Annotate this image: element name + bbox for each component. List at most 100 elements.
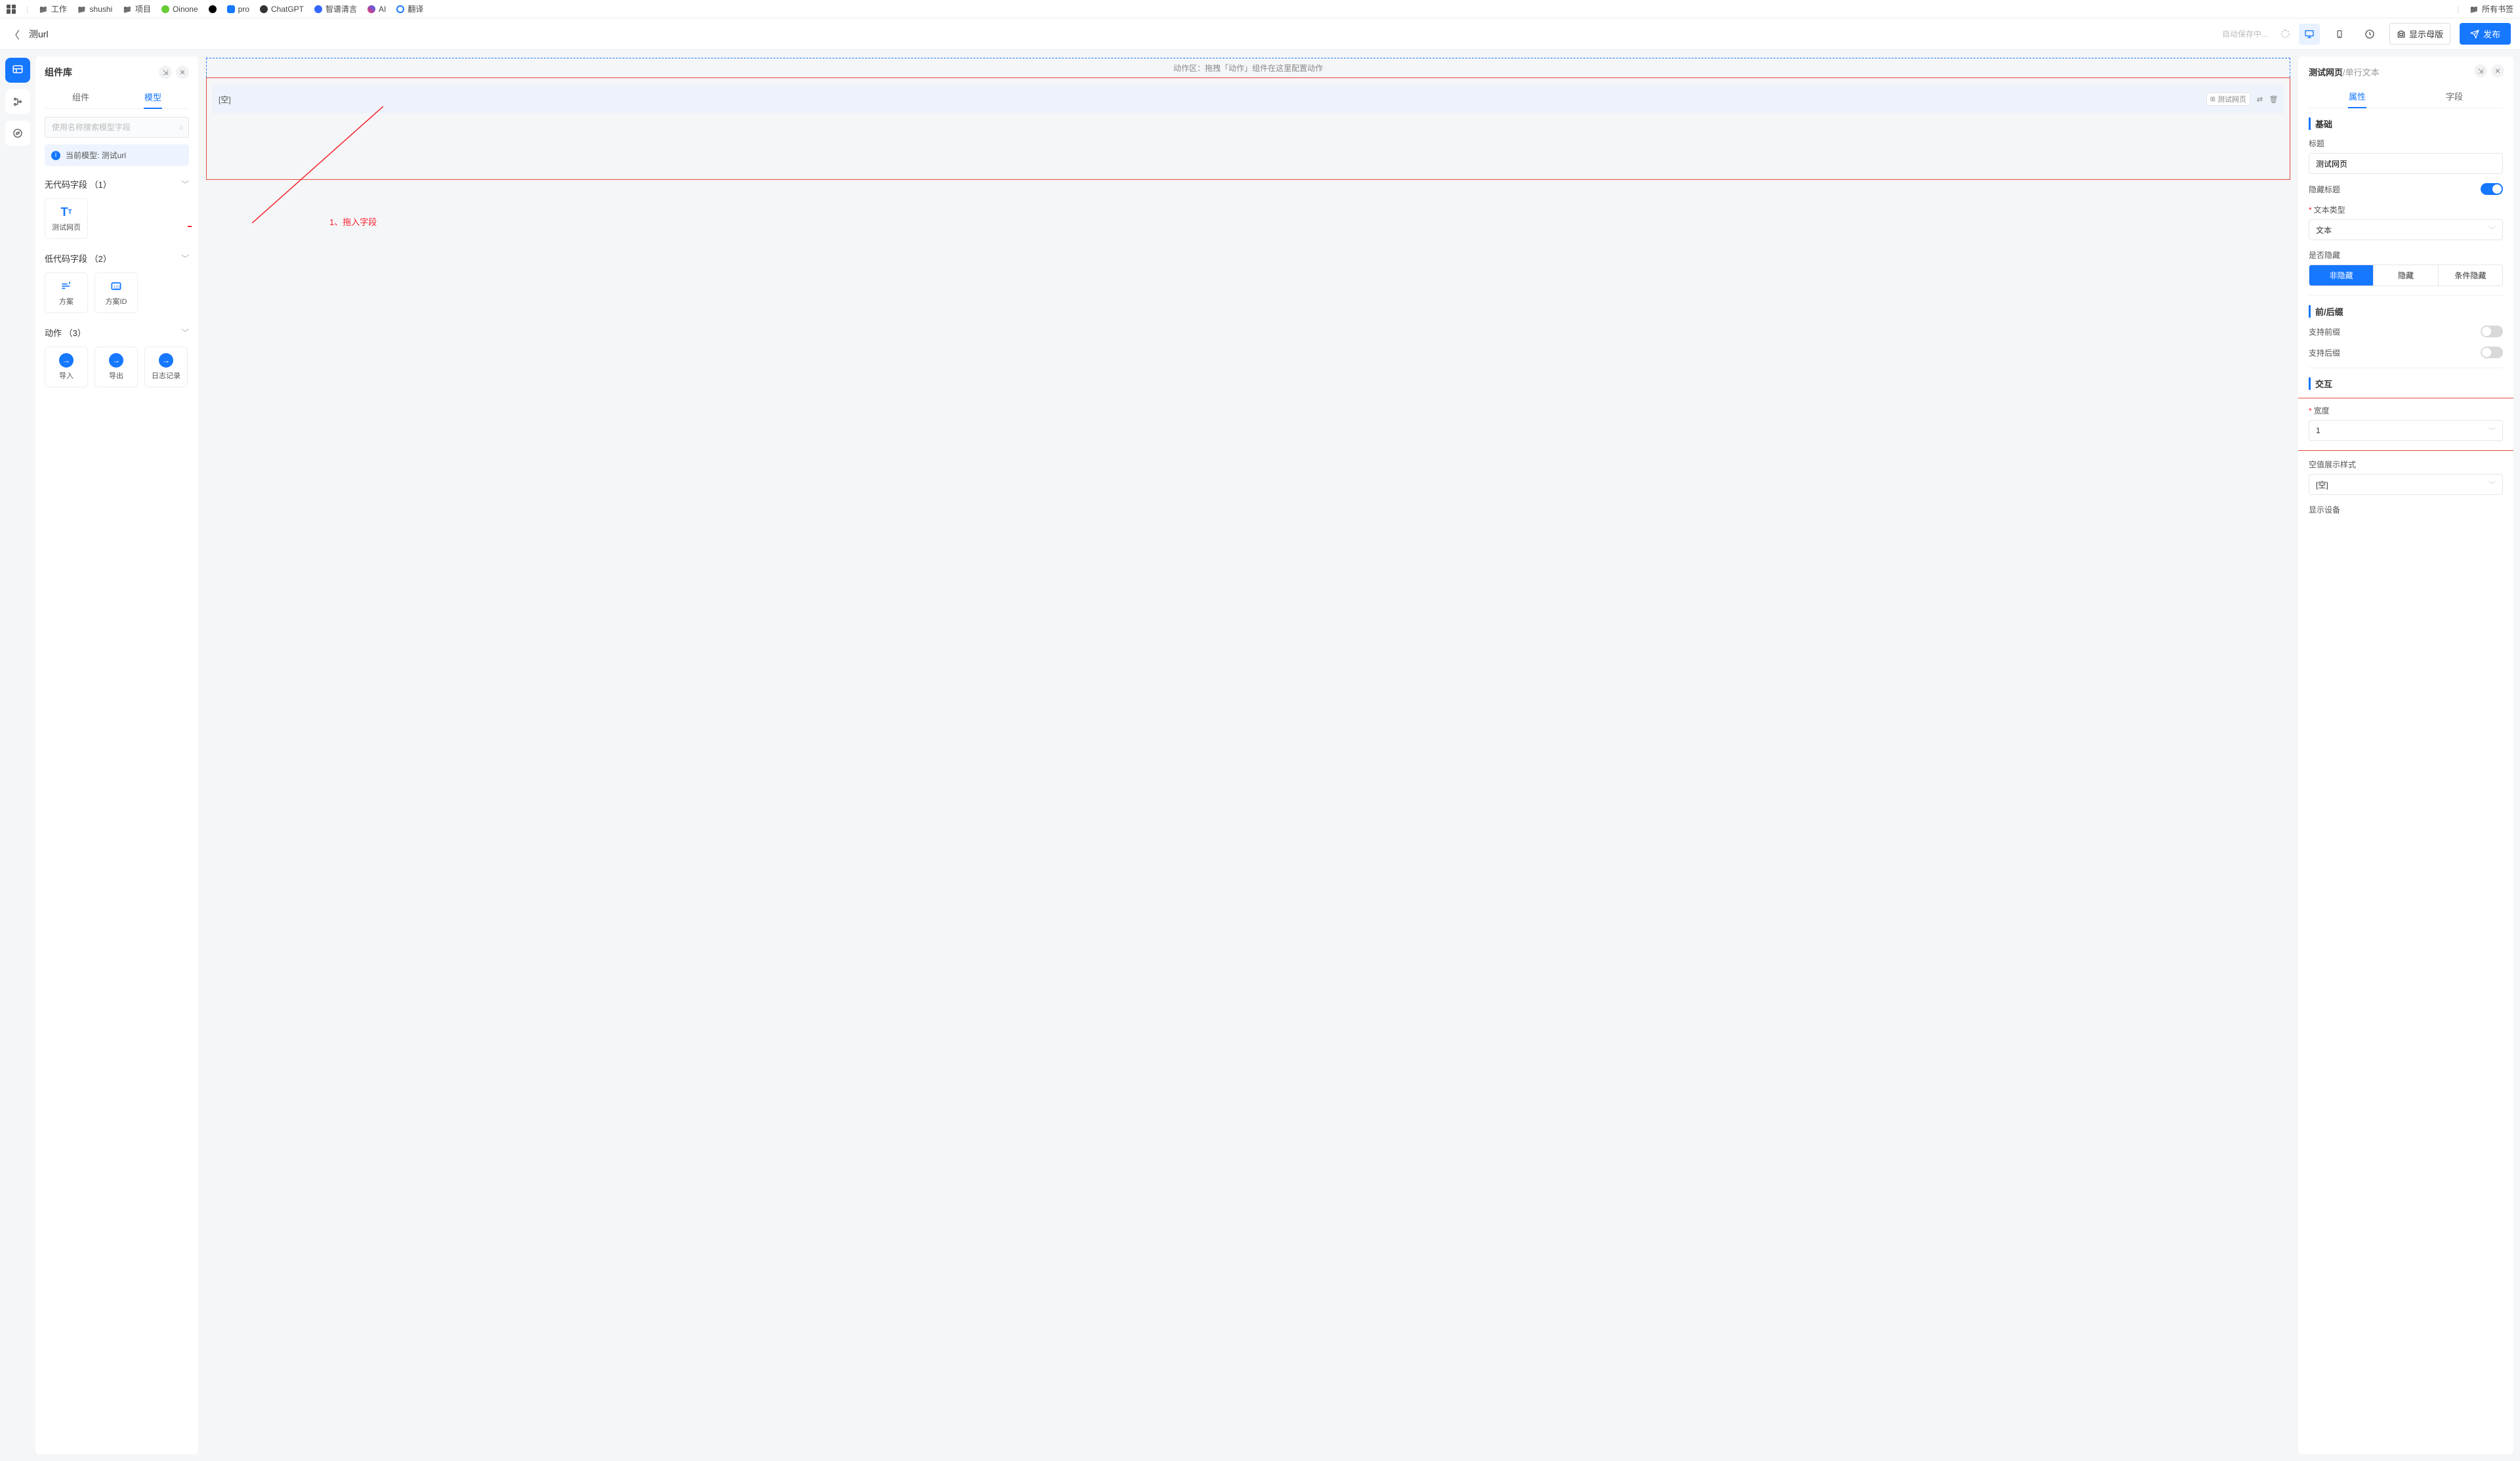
left-tabs: 组件 模型: [45, 85, 189, 109]
pin-icon[interactable]: ⇲: [2474, 64, 2487, 77]
label-title: 标题: [2309, 138, 2503, 149]
close-icon[interactable]: ✕: [2491, 64, 2504, 77]
label-width: *宽度: [2309, 405, 2503, 416]
section-interact: 交互: [2309, 377, 2503, 390]
title-bar: 〈 测url 自动保存中... 显示母版 发布: [0, 18, 2520, 50]
bookmark-oinone[interactable]: Oinone: [161, 5, 198, 14]
rail-components-icon[interactable]: [5, 58, 30, 83]
right-panel: 测试网页/单行文本 ⇲ ✕ 属性 字段 基础 标题 隐藏标题 *文本类型 文本﹀…: [2298, 56, 2513, 1454]
chevron-down-icon: ﹀: [2488, 224, 2496, 235]
annotation-text: 1、拖入字段: [329, 215, 377, 228]
bookmark-zhipu[interactable]: 智谱清言: [314, 3, 357, 14]
export-icon: →: [109, 353, 123, 368]
switch-prefix[interactable]: [2481, 326, 2503, 337]
seg-not-hidden[interactable]: 非隐藏: [2309, 265, 2374, 286]
label-hide-title: 隐藏标题: [2309, 184, 2340, 195]
group-actions[interactable]: 动作 （3）﹀: [45, 322, 189, 343]
annotation-marker: [188, 226, 192, 227]
field-row[interactable]: [空] ⊞ 测试网页 ⇄ 🗑: [212, 85, 2284, 114]
switch-icon[interactable]: ⇄: [2256, 95, 2264, 104]
select-text-type[interactable]: 文本﹀: [2309, 219, 2503, 240]
label-display-device: 显示设备: [2309, 504, 2503, 515]
label-is-hidden: 是否隐藏: [2309, 249, 2503, 261]
publish-button[interactable]: 发布: [2460, 23, 2511, 45]
seg-hidden[interactable]: 隐藏: [2374, 265, 2438, 286]
page-title: 测url: [29, 28, 49, 41]
back-icon[interactable]: 〈: [9, 26, 20, 42]
spinner-icon: [2281, 30, 2290, 38]
label-suffix: 支持后缀: [2309, 347, 2340, 358]
chevron-down-icon: ﹀: [181, 179, 189, 190]
switch-hide-title[interactable]: [2481, 183, 2503, 195]
seg-cond-hidden[interactable]: 条件隐藏: [2439, 265, 2502, 286]
group-lowcode[interactable]: 低代码字段 （2）﹀: [45, 248, 189, 268]
select-width[interactable]: 1﹀: [2309, 420, 2503, 441]
select-empty-style[interactable]: [空]﹀: [2309, 474, 2503, 495]
left-panel: 组件库 ⇲ ✕ 组件 模型 ⌕ i 当前模型: 测试url 无代码字段 （1）﹀…: [35, 56, 198, 1454]
action-card-export[interactable]: → 导出: [94, 347, 138, 387]
field-placeholder: [空]: [219, 94, 231, 105]
pin-icon[interactable]: ⇲: [159, 66, 172, 79]
input-title[interactable]: [2309, 153, 2503, 174]
autosave-status: 自动保存中...: [2222, 28, 2268, 39]
delete-icon[interactable]: 🗑: [2269, 95, 2278, 104]
action-card-log[interactable]: → 日志记录: [144, 347, 188, 387]
tab-props[interactable]: 属性: [2309, 85, 2406, 108]
section-affix: 前/后缀: [2309, 305, 2503, 318]
bookmark-github[interactable]: [209, 5, 217, 13]
id-icon: 123: [109, 279, 123, 293]
info-icon: i: [51, 151, 60, 160]
show-master-button[interactable]: 显示母版: [2389, 23, 2450, 45]
plan-icon: [59, 279, 74, 293]
label-text-type: *文本类型: [2309, 204, 2503, 215]
bookmark-translate[interactable]: 翻译: [396, 3, 423, 14]
table-icon: ⊞: [2210, 96, 2216, 103]
text-type-icon: TT: [59, 205, 74, 219]
bookmark-project[interactable]: 项目: [123, 3, 151, 14]
chevron-down-icon: ﹀: [2488, 425, 2496, 436]
field-card-plan[interactable]: 方案: [45, 272, 88, 313]
tab-field[interactable]: 字段: [2406, 85, 2503, 108]
canvas[interactable]: 动作区：拖拽「动作」组件在这里配置动作 [空] ⊞ 测试网页 ⇄ 🗑 1、拖入字…: [198, 50, 2298, 1461]
svg-text:123: 123: [114, 285, 121, 289]
import-icon: →: [59, 353, 74, 368]
close-icon[interactable]: ✕: [176, 66, 189, 79]
bookmark-pro[interactable]: pro: [227, 5, 249, 14]
seg-is-hidden: 非隐藏 隐藏 条件隐藏: [2309, 265, 2503, 286]
search-icon: ⌕: [179, 122, 184, 133]
device-mobile-icon[interactable]: [2329, 24, 2350, 45]
bookmark-ai[interactable]: AI: [368, 5, 386, 14]
bookmark-bar: | 工作 shushi 项目 Oinone pro ChatGPT 智谱清言 A…: [0, 0, 2520, 18]
field-card-test-page[interactable]: TT 测试网页: [45, 198, 88, 239]
highlighted-section: *宽度 1﹀: [2298, 398, 2513, 451]
label-empty-style: 空值展示样式: [2309, 459, 2503, 470]
action-card-import[interactable]: → 导入: [45, 347, 88, 387]
selected-container[interactable]: [空] ⊞ 测试网页 ⇄ 🗑: [206, 77, 2290, 180]
right-tabs: 属性 字段: [2309, 85, 2503, 108]
switch-suffix[interactable]: [2481, 347, 2503, 358]
history-icon[interactable]: [2359, 24, 2380, 45]
action-drop-zone[interactable]: 动作区：拖拽「动作」组件在这里配置动作: [206, 58, 2290, 77]
log-icon: →: [159, 353, 173, 368]
chevron-down-icon: ﹀: [181, 253, 189, 264]
current-model-info: i 当前模型: 测试url: [45, 144, 189, 166]
bookmark-shushi[interactable]: shushi: [77, 5, 112, 14]
left-panel-title: 组件库: [45, 66, 72, 79]
chevron-down-icon: ﹀: [2488, 479, 2496, 490]
apps-grid-icon[interactable]: [7, 5, 16, 14]
bookmark-all[interactable]: 所有书签: [2469, 3, 2513, 14]
rail-tree-icon[interactable]: [5, 89, 30, 114]
section-basic: 基础: [2309, 117, 2503, 130]
rail-compass-icon[interactable]: [5, 121, 30, 146]
left-rail: [0, 50, 35, 1461]
bookmark-chatgpt[interactable]: ChatGPT: [260, 5, 304, 14]
workspace: 组件库 ⇲ ✕ 组件 模型 ⌕ i 当前模型: 测试url 无代码字段 （1）﹀…: [0, 50, 2520, 1461]
field-card-plan-id[interactable]: 123 方案ID: [94, 272, 138, 313]
group-nocode[interactable]: 无代码字段 （1）﹀: [45, 174, 189, 194]
label-prefix: 支持前缀: [2309, 326, 2340, 337]
search-input[interactable]: [45, 117, 189, 138]
device-desktop-icon[interactable]: [2299, 24, 2320, 45]
tab-component[interactable]: 组件: [45, 85, 117, 108]
bookmark-work[interactable]: 工作: [39, 3, 67, 14]
tab-model[interactable]: 模型: [117, 85, 189, 108]
